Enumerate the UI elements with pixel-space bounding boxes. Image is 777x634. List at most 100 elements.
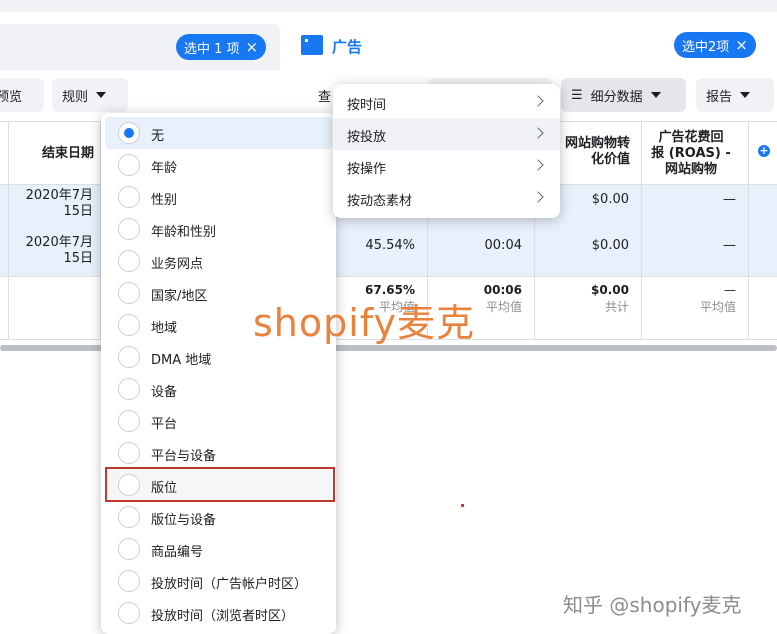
- breakdown-category-label: 按操作: [347, 162, 387, 177]
- breakdown-option[interactable]: 投放时间（广告帐户时区）: [105, 565, 332, 597]
- cell-percent: 45.54%: [365, 238, 415, 253]
- breakdown-option-label: 地域: [151, 321, 178, 336]
- column-header-roas[interactable]: 广告花费回 报 (ROAS) - 网站购物: [645, 130, 737, 178]
- breakdown-option[interactable]: 版位与设备: [105, 501, 332, 533]
- column-divider: [641, 122, 642, 340]
- breakdown-option[interactable]: 投放时间（浏览者时区）: [105, 597, 332, 629]
- breakdown-category-item[interactable]: 按操作: [333, 150, 560, 182]
- close-icon[interactable]: ×: [735, 37, 748, 53]
- column-divider: [8, 122, 9, 340]
- report-label: 报告: [706, 89, 733, 105]
- radio-button[interactable]: [118, 506, 140, 528]
- red-dot: [461, 504, 464, 507]
- rules-label: 规则: [62, 89, 89, 105]
- breakdown-option-label: 国家/地区: [151, 289, 208, 304]
- caret-down-icon: [740, 92, 751, 98]
- breakdown-option[interactable]: 平台: [105, 405, 332, 437]
- report-button[interactable]: 报告: [696, 78, 774, 112]
- breakdown-option-label: 设备: [151, 385, 178, 400]
- chevron-right-icon: [532, 95, 544, 107]
- breakdown-option-label: 业务网点: [151, 257, 204, 272]
- breakdown-icon: ☰: [571, 87, 583, 103]
- ad-icon: [301, 35, 323, 55]
- radio-button[interactable]: [118, 538, 140, 560]
- view-label: 查: [318, 90, 332, 105]
- breakdown-option-label: 投放时间（浏览者时区）: [151, 609, 295, 624]
- breakdown-category-label: 按投放: [347, 130, 387, 145]
- radio-button[interactable]: [118, 442, 140, 464]
- cell-line: 15日: [63, 251, 93, 266]
- top-strip: [0, 0, 777, 12]
- breakdown-option[interactable]: 年龄和性别: [105, 213, 332, 245]
- add-column-icon[interactable]: +: [758, 145, 770, 157]
- summary-value: $0.00: [591, 283, 629, 297]
- summary-value: —: [724, 283, 736, 297]
- preview-label: 预览: [0, 89, 23, 105]
- radio-button[interactable]: [118, 122, 140, 144]
- radio-button[interactable]: [118, 154, 140, 176]
- watermark-text: shopify麦克: [253, 301, 476, 345]
- tab-ads-title: 广告: [332, 38, 363, 56]
- breakdown-option[interactable]: 无: [105, 117, 332, 149]
- breakdown-category-label: 按时间: [347, 98, 387, 113]
- radio-button[interactable]: [118, 218, 140, 240]
- breakdown-option[interactable]: 版位: [105, 469, 332, 501]
- column-header-end-date[interactable]: 结束日期: [20, 146, 94, 162]
- chevron-right-icon: [532, 127, 544, 139]
- breakdown-option[interactable]: 性别: [105, 181, 332, 213]
- selection-pill-left[interactable]: 选中 1 项 ×: [176, 34, 267, 60]
- summary-purchase-value: $0.00 共计: [540, 282, 629, 316]
- radio-button[interactable]: [118, 474, 140, 496]
- radio-button[interactable]: [118, 410, 140, 432]
- summary-roas: — 平均值: [650, 282, 736, 316]
- breakdown-option-label: 无: [151, 129, 165, 144]
- chevron-right-icon: [532, 191, 544, 203]
- radio-button[interactable]: [118, 378, 140, 400]
- header-line: 网站购物: [664, 162, 717, 177]
- radio-button[interactable]: [118, 346, 140, 368]
- breakdown-option-label: 平台与设备: [151, 449, 217, 464]
- breakdown-option[interactable]: 年龄: [105, 149, 332, 181]
- radio-button[interactable]: [118, 250, 140, 272]
- watermark-corner: 知乎 @shopify麦克: [563, 593, 742, 617]
- breakdown-category-item[interactable]: 按时间: [333, 86, 560, 118]
- summary-caption: 平均值: [699, 300, 736, 314]
- breakdown-option[interactable]: 商品编号: [105, 533, 332, 565]
- radio-button[interactable]: [118, 314, 140, 336]
- breakdown-button[interactable]: ☰ 细分数据: [561, 78, 686, 112]
- summary-caption: 共计: [604, 300, 629, 314]
- selection-count-label: 选中 1 项: [184, 41, 240, 57]
- caret-down-icon: [96, 92, 107, 98]
- header-line: 广告花费回: [658, 130, 724, 145]
- breakdown-option-label: 商品编号: [151, 545, 204, 560]
- cell-roas: —: [723, 192, 736, 207]
- selection-count-label: 选中2项: [682, 39, 730, 55]
- cell-end-date: 2020年7月 15日: [10, 188, 93, 220]
- radio-button[interactable]: [118, 602, 140, 624]
- close-icon[interactable]: ×: [246, 39, 259, 55]
- breakdown-option-label: 版位与设备: [151, 513, 217, 528]
- selection-pill-right[interactable]: 选中2项 ×: [674, 32, 756, 58]
- breakdown-category-item[interactable]: 按动态素材: [333, 182, 560, 214]
- breakdown-option[interactable]: 设备: [105, 373, 332, 405]
- cell-line: 15日: [63, 204, 93, 219]
- caret-down-icon: [650, 92, 661, 98]
- breakdown-category-menu: 按时间按投放按操作按动态素材: [333, 84, 560, 218]
- breakdown-category-item[interactable]: 按投放: [333, 118, 560, 150]
- cell-line: 2020年7月: [25, 188, 93, 203]
- breakdown-option[interactable]: 平台与设备: [105, 437, 332, 469]
- rules-button[interactable]: 规则: [52, 78, 128, 112]
- cell-time: 00:04: [484, 238, 522, 253]
- breakdown-option[interactable]: 业务网点: [105, 245, 332, 277]
- breakdown-category-label: 按动态素材: [347, 194, 413, 209]
- radio-button[interactable]: [118, 570, 140, 592]
- preview-button[interactable]: 预览: [0, 78, 44, 112]
- breakdown-option-label: 版位: [151, 481, 178, 496]
- breakdown-label: 细分数据: [590, 89, 643, 105]
- breakdown-option-label: 平台: [151, 417, 178, 432]
- cell-purchase-value: $0.00: [591, 238, 629, 253]
- radio-button[interactable]: [118, 282, 140, 304]
- breakdown-option-label: DMA 地域: [151, 353, 212, 368]
- radio-button[interactable]: [118, 186, 140, 208]
- cell-end-date: 2020年7月 15日: [10, 235, 93, 267]
